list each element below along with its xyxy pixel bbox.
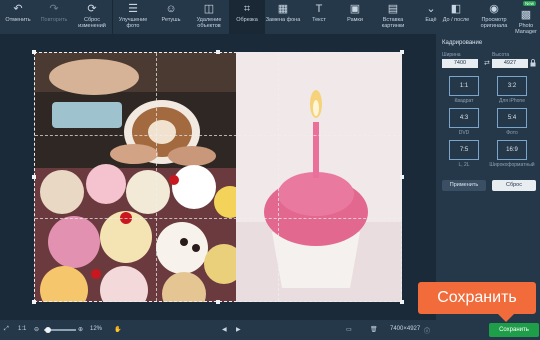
ratio-3-2-button[interactable]: 3:2 (497, 76, 527, 96)
width-field[interactable]: 7400 (442, 59, 478, 68)
replace-background-button[interactable]: ▦ Замена фона (265, 0, 301, 34)
ratio-5-4-button[interactable]: 5:4 (497, 108, 527, 128)
zoom-slider-handle[interactable] (45, 327, 51, 333)
eraser-icon: ◫ (203, 3, 215, 15)
insert-image-button[interactable]: ▤ Вставка картинки (373, 0, 413, 34)
crop-grid-line (35, 218, 401, 219)
ratio-label: Широкоформатный (489, 162, 535, 168)
face-icon: ☺ (165, 3, 177, 15)
ratio-label: DVD (458, 130, 470, 136)
height-field[interactable]: 4927 (492, 59, 528, 68)
image-dimensions: 7400×4927 (390, 326, 421, 332)
hand-tool-icon[interactable]: ✋ (114, 326, 121, 333)
crop-handle[interactable] (400, 175, 404, 179)
insert-image-icon: ▤ (387, 3, 399, 15)
sliders-icon: ☰ (128, 3, 138, 15)
fullscreen-icon[interactable]: ⤢ (4, 326, 9, 333)
redo-icon: ↷ (49, 3, 59, 15)
reset-button[interactable]: Сброс (492, 180, 536, 191)
ratio-7-5-button[interactable]: 7:5 (449, 140, 479, 160)
background-icon: ▦ (277, 3, 289, 15)
crop-icon: ⌗ (243, 3, 251, 15)
trash-icon[interactable]: 🗑 (370, 326, 378, 333)
frame-icon: ▣ (349, 3, 361, 15)
text-icon: T (315, 3, 323, 15)
ratio-16-9-button[interactable]: 16:9 (497, 140, 527, 160)
zoom-percent: 12% (90, 326, 103, 332)
undo-icon: ↶ (13, 3, 23, 15)
crop-panel: Кадрирование Ширина Высота 7400 ⇄ 4927 1… (436, 34, 540, 320)
crop-handle[interactable] (32, 175, 36, 179)
crop-grid-line (35, 135, 401, 136)
save-callout: Сохранить (418, 282, 536, 322)
retouch-button[interactable]: ☺ Ретушь (153, 0, 189, 34)
ratio-4-3-button[interactable]: 4:3 (449, 108, 479, 128)
remove-objects-button[interactable]: ◫ Удаление объектов (189, 0, 229, 34)
before-after-button[interactable]: ◧ До / после (436, 0, 476, 34)
frames-button[interactable]: ▣ Рамки (337, 0, 373, 34)
toolbar-right-group: ◧ До / после ◉ Просмотр оригинала New ▩ … (436, 0, 540, 35)
crop-handle[interactable] (32, 50, 36, 54)
undo-button[interactable]: ↶ Отменить (0, 0, 36, 34)
apply-button[interactable]: Применить (442, 180, 486, 191)
view-original-button[interactable]: ◉ Просмотр оригинала (476, 0, 512, 34)
main-toolbar: ↶ Отменить ↷ Повторить ⟳ Сброс изменений… (0, 0, 540, 35)
crop-handle[interactable] (400, 300, 404, 304)
new-badge: New (522, 1, 536, 6)
zoom-fit-button[interactable]: 1:1 (18, 326, 26, 332)
lock-icon[interactable] (530, 59, 536, 67)
width-label: Ширина (442, 52, 461, 58)
eye-icon: ◉ (489, 3, 499, 15)
crop-button[interactable]: ⌗ Обрезка (229, 0, 265, 34)
reset-changes-button[interactable]: ⟳ Сброс изменений (72, 0, 112, 34)
redo-button[interactable]: ↷ Повторить (36, 0, 72, 34)
info-icon[interactable]: ⓘ (424, 326, 430, 335)
status-bar: ⤢ 1:1 ⊖ ⊕ 12% ✋ ◀ ▶ ▭ 🗑 7400×4927 ⓘ (0, 320, 540, 340)
crop-grid-line (278, 53, 279, 301)
crop-grid-line (156, 53, 157, 301)
swap-icon[interactable]: ⇄ (484, 59, 490, 67)
enhance-button[interactable]: ☰ Улучшение фото (113, 0, 153, 34)
zoom-slider[interactable] (44, 327, 76, 333)
crop-handle[interactable] (32, 300, 36, 304)
text-button[interactable]: T Текст (301, 0, 337, 34)
crop-handle[interactable] (216, 50, 220, 54)
save-button[interactable]: Сохранить (489, 323, 539, 337)
previous-image-icon[interactable]: ◀ (222, 326, 227, 333)
panel-title: Кадрирование (442, 40, 483, 46)
crop-handle[interactable] (400, 50, 404, 54)
ratio-label: Для iPhone (499, 98, 525, 104)
crop-handle[interactable] (216, 300, 220, 304)
ratio-label: L, 2L (458, 162, 470, 168)
photo-manager-button[interactable]: New ▩ Photo Manager (512, 0, 540, 35)
refresh-icon: ⟳ (87, 3, 97, 15)
crop-frame[interactable] (32, 50, 404, 304)
ratio-1-1-button[interactable]: 1:1 (449, 76, 479, 96)
photo-manager-icon: ▩ (520, 9, 532, 21)
height-label: Высота (492, 52, 510, 58)
split-view-icon: ◧ (450, 3, 462, 15)
next-image-icon[interactable]: ▶ (236, 326, 241, 333)
zoom-out-icon[interactable]: ⊖ (34, 326, 39, 333)
ratio-label: Фото (506, 130, 518, 136)
zoom-in-icon[interactable]: ⊕ (78, 326, 83, 333)
compare-icon[interactable]: ▭ (346, 326, 352, 333)
ratio-label: Квадрат (454, 98, 474, 104)
